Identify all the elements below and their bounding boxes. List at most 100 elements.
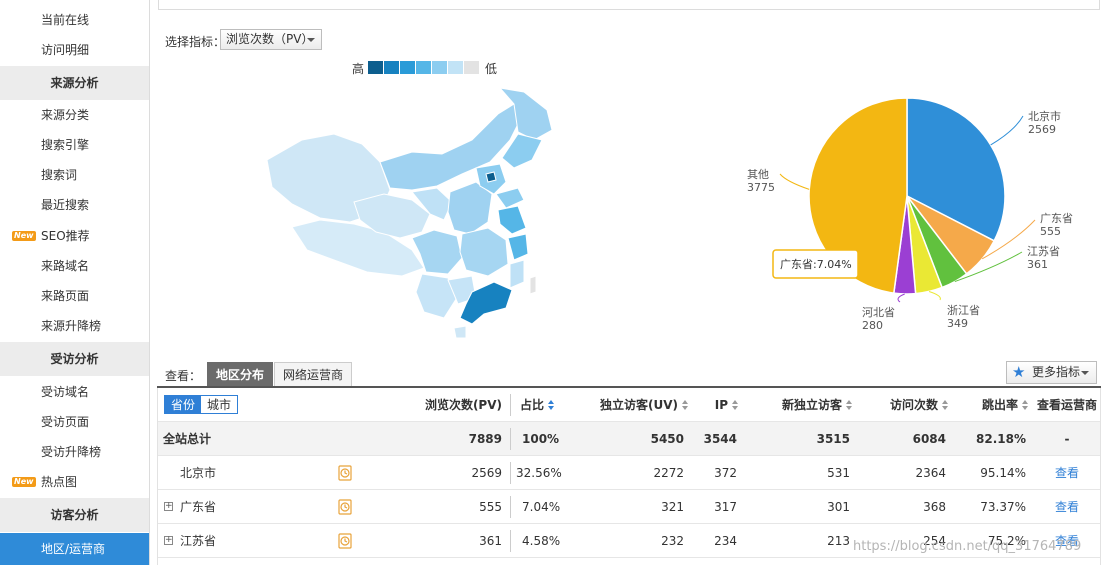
total-pv: 7889 xyxy=(468,431,502,446)
tab-network-isp[interactable]: 网络运营商 xyxy=(274,362,353,386)
sort-icon xyxy=(548,399,555,410)
map-legend-swatch xyxy=(384,61,399,74)
sidebar-item-source-category[interactable]: 来源分类 xyxy=(0,100,149,130)
sidebar-item-region-isp[interactable]: 地区/运营商 xyxy=(0,533,149,565)
map-region[interactable] xyxy=(529,275,537,295)
watermark: https://blog.csdn.net/qq_31764789 xyxy=(853,539,1082,554)
sidebar-item-recent-search[interactable]: 最近搜索 xyxy=(0,190,149,220)
trend-clock-icon[interactable] xyxy=(338,533,352,549)
header-new-visitors[interactable]: 新独立访客 xyxy=(758,388,852,421)
header-uv[interactable]: 独立访客(UV) xyxy=(588,388,688,421)
more-metrics-label: 更多指标 xyxy=(1032,365,1081,379)
map-region-zhejiang[interactable] xyxy=(507,233,529,261)
pie-label-name: 浙江省 xyxy=(947,304,980,317)
sidebar-section-visitor[interactable]: 访客分析 xyxy=(0,498,149,532)
sidebar-item-referrer-domain[interactable]: 来路域名 xyxy=(0,251,149,281)
sidebar-item-visited-page[interactable]: 受访页面 xyxy=(0,407,149,437)
map-region-jiangsu[interactable] xyxy=(497,205,527,235)
header-ip-label: IP xyxy=(714,397,728,412)
header-ratio[interactable]: 占比 xyxy=(520,388,590,421)
row-ip: 372 xyxy=(714,465,737,480)
map-region[interactable] xyxy=(447,181,493,235)
row-visits: 2364 xyxy=(915,465,946,480)
view-isp-link[interactable]: 查看 xyxy=(1034,490,1100,523)
pie-label-value: 280 xyxy=(862,319,883,332)
pie-label-value: 349 xyxy=(947,317,968,330)
row-ratio: 7.04% xyxy=(522,499,561,514)
chevron-down-icon xyxy=(1081,371,1089,375)
tab-region-distribution[interactable]: 地区分布 xyxy=(207,362,274,386)
geo-toggle[interactable]: 省份 城市 xyxy=(164,395,238,414)
metric-selector-label: 选择指标： xyxy=(165,35,226,49)
table-row-total: 全站总计 7889 100% 5450 3544 3515 6084 82.18… xyxy=(158,422,1100,456)
total-new-visitors: 3515 xyxy=(816,431,850,446)
china-map[interactable] xyxy=(262,82,562,347)
view-label: 查看： xyxy=(165,369,202,383)
column-divider xyxy=(510,496,511,518)
map-region-beijing[interactable] xyxy=(485,171,497,183)
column-divider xyxy=(510,394,511,416)
sidebar-item-referrer-page[interactable]: 来路页面 xyxy=(0,281,149,311)
sidebar: 当前在线 访问明细 来源分析 来源分类 搜索引擎 搜索词 最近搜索 New SE… xyxy=(0,0,150,565)
map-region[interactable] xyxy=(453,325,467,339)
trend-clock-icon[interactable] xyxy=(338,499,352,515)
toggle-city[interactable]: 城市 xyxy=(201,396,237,413)
more-metrics-button[interactable]: ★ 更多指标 xyxy=(1006,361,1097,384)
pie-label-name: 广东省 xyxy=(1040,212,1073,225)
row-bounce: 73.37% xyxy=(980,499,1026,514)
sidebar-item-heatmap[interactable]: New 热点图 xyxy=(0,467,149,497)
row-pv: 361 xyxy=(479,533,502,548)
map-region[interactable] xyxy=(495,187,525,209)
row-new-visitors: 213 xyxy=(827,533,850,548)
sidebar-section-visited[interactable]: 受访分析 xyxy=(0,342,149,376)
metric-selector-value: 浏览次数（PV） xyxy=(226,32,314,46)
sidebar-item-visit-detail[interactable]: 访问明细 xyxy=(0,35,149,65)
row-ratio: 4.58% xyxy=(522,533,561,548)
total-ratio: 100% xyxy=(522,431,560,446)
sort-icon xyxy=(732,399,738,410)
map-region[interactable] xyxy=(459,227,509,277)
header-ip[interactable]: IP xyxy=(698,388,738,421)
sidebar-section-source[interactable]: 来源分析 xyxy=(0,66,149,100)
pie-label-value: 361 xyxy=(1027,258,1048,271)
metric-selector-dropdown[interactable]: 浏览次数（PV） xyxy=(220,29,322,50)
pie-leader-line xyxy=(990,115,1024,146)
pie-leader-line xyxy=(897,293,905,303)
sidebar-item-search-engine[interactable]: 搜索引擎 xyxy=(0,130,149,160)
row-ip: 234 xyxy=(714,533,737,548)
row-uv: 321 xyxy=(661,499,684,514)
header-pv[interactable]: 浏览次数(PV) xyxy=(420,388,502,421)
view-isp-link[interactable]: 查看 xyxy=(1034,456,1100,489)
table-row: + 广东省 555 7.04% 321 317 301 368 73.37% 查… xyxy=(158,490,1100,524)
sidebar-item-search-terms[interactable]: 搜索词 xyxy=(0,160,149,190)
map-legend-swatch xyxy=(400,61,415,74)
sidebar-item-label: 热点图 xyxy=(41,475,78,489)
map-legend-swatch xyxy=(416,61,431,74)
sort-icon xyxy=(942,399,948,410)
sidebar-item-visited-ranking[interactable]: 受访升降榜 xyxy=(0,437,149,467)
sidebar-item-seo[interactable]: New SEO推荐 xyxy=(0,221,149,251)
pie-chart[interactable]: 北京市2569 广东省555 江苏省361 浙江省349 河北省280 其他3775 广东… xyxy=(740,70,1100,350)
row-name: 广东省 xyxy=(180,500,217,514)
trend-clock-icon[interactable] xyxy=(338,465,352,481)
map-legend-swatch xyxy=(448,61,463,74)
sidebar-item-visited-domain[interactable]: 受访域名 xyxy=(0,377,149,407)
total-label: 全站总计 xyxy=(163,432,212,446)
new-badge: New xyxy=(12,477,36,487)
total-uv: 5450 xyxy=(650,431,684,446)
header-bounce[interactable]: 跳出率 xyxy=(958,388,1028,421)
sidebar-item-source-ranking[interactable]: 来源升降榜 xyxy=(0,311,149,341)
map-legend-swatch xyxy=(368,61,383,74)
header-ratio-label: 占比 xyxy=(520,398,545,412)
expand-icon[interactable]: + xyxy=(164,502,173,511)
toggle-province[interactable]: 省份 xyxy=(165,396,201,413)
header-isp: 查看运营商 xyxy=(1036,398,1097,412)
expand-icon[interactable]: + xyxy=(164,536,173,545)
row-pv: 2569 xyxy=(471,465,502,480)
header-visits-label: 访问次数 xyxy=(889,398,938,412)
row-visits: 368 xyxy=(923,499,946,514)
header-visits[interactable]: 访问次数 xyxy=(868,388,948,421)
map-region[interactable] xyxy=(509,259,525,289)
map-legend-swatch xyxy=(432,61,447,74)
sidebar-item-online[interactable]: 当前在线 xyxy=(0,5,149,35)
